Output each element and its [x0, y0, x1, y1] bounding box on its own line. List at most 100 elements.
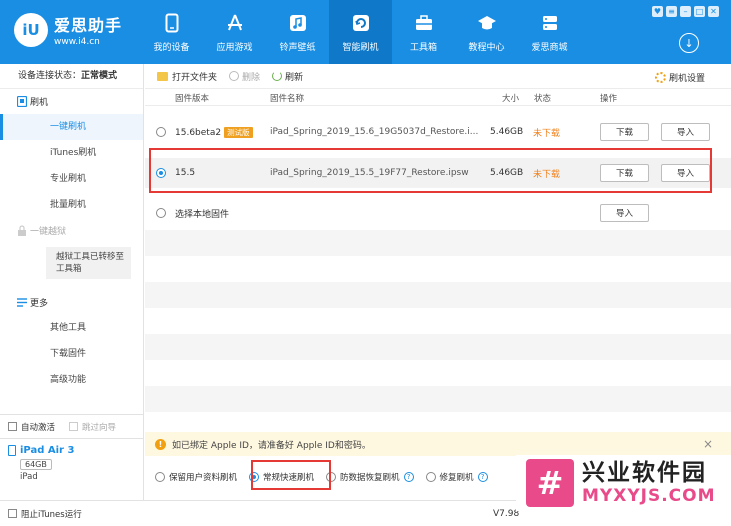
app-header: iU 爱思助手 www.i4.cn 我的设备 应用游戏 铃声壁纸 智能刷机 工具…	[0, 0, 731, 64]
delete-label: 删除	[242, 72, 261, 83]
favorite-icon[interactable]: ♥	[652, 6, 663, 17]
firmware-toolbar: 打开文件夹 删除 刷新 刷机设置	[145, 64, 731, 89]
block-itunes-checkbox[interactable]	[8, 509, 17, 518]
block-itunes-label: 阻止iTunes运行	[21, 509, 82, 520]
sidebar-group-jailbreak[interactable]: 一键越狱	[0, 218, 143, 243]
sidebar-bottom: 自动激活 跳过向导 iPad Air 3 64GB iPad	[0, 414, 144, 494]
shop-icon	[539, 12, 561, 34]
sidebar-group-label: 一键越狱	[30, 227, 67, 237]
import-button[interactable]: 导入	[661, 164, 710, 182]
flash-settings-button[interactable]: 刷机设置	[654, 71, 705, 84]
nav-smart-flash[interactable]: 智能刷机	[329, 0, 392, 64]
device-type: iPad	[20, 472, 38, 482]
nav-label: 教程中心	[468, 42, 505, 53]
jailbreak-note-line: 工具箱	[56, 264, 82, 274]
local-firmware-row[interactable]: 选择本地固件 导入	[145, 200, 731, 226]
list-icon	[17, 298, 27, 307]
mode-label: 修复刷机	[439, 473, 474, 483]
firmware-radio[interactable]	[156, 127, 166, 137]
local-firmware-label: 选择本地固件	[175, 209, 230, 220]
table-row[interactable]: 15.6beta2 测试版 iPad_Spring_2019_15.6_19G50…	[145, 119, 731, 145]
sidebar-item-advanced[interactable]: 高级功能	[0, 367, 143, 393]
phone-icon	[161, 12, 183, 34]
nav-ringtones[interactable]: 铃声壁纸	[266, 0, 329, 64]
nav-tutorials[interactable]: 教程中心	[455, 0, 518, 64]
firmware-name: iPad_Spring_2019_15.5_19F77_Restore.ipsw	[270, 168, 469, 178]
sidebar-item-pro-flash[interactable]: 专业刷机	[0, 166, 143, 192]
help-icon[interactable]: ?	[477, 472, 488, 482]
empty-rows	[145, 230, 731, 412]
maximize-icon[interactable]: □	[694, 6, 705, 17]
device-capacity: 64GB	[20, 459, 52, 470]
nav-apps[interactable]: 应用游戏	[203, 0, 266, 64]
sidebar-item-itunes-flash[interactable]: iTunes刷机	[0, 140, 143, 166]
watermark-cn: 兴业软件园	[582, 460, 707, 486]
appstore-icon	[224, 12, 246, 34]
nav-label: 工具箱	[409, 42, 437, 53]
nav-my-device[interactable]: 我的设备	[140, 0, 203, 64]
highlight-quick-flash	[251, 460, 331, 490]
tablet-icon	[17, 96, 27, 107]
firmware-radio[interactable]	[156, 168, 166, 178]
mode-radio[interactable]	[425, 472, 436, 482]
refresh-button[interactable]: 刷新	[272, 70, 303, 83]
version-text: 15.6beta2	[175, 127, 222, 138]
nav-shop[interactable]: 爱思商城	[518, 0, 581, 64]
logo-url: www.i4.cn	[54, 37, 100, 47]
local-import-button[interactable]: 导入	[600, 204, 649, 222]
firmware-version: 15.5	[175, 168, 196, 178]
apple-id-notice: ! 如已绑定 Apple ID，请准备好 Apple ID和密码。 ×	[145, 432, 731, 456]
nav-label: 铃声壁纸	[279, 42, 316, 53]
skip-guide-label: 跳过向导	[82, 422, 117, 433]
sidebar-options: 自动激活 跳过向导	[0, 414, 144, 438]
sidebar-item-other-tools[interactable]: 其他工具	[0, 315, 143, 341]
open-folder-button[interactable]: 打开文件夹	[157, 70, 217, 83]
mode-label: 防数据恢复刷机	[340, 473, 400, 483]
sidebar-group-label: 刷机	[30, 98, 49, 108]
minimize-icon[interactable]: –	[680, 6, 691, 17]
download-button[interactable]: 下载	[600, 164, 649, 182]
close-icon[interactable]: ✕	[708, 6, 719, 17]
auto-activate-checkbox[interactable]	[8, 422, 17, 431]
menu-icon[interactable]: ≡	[666, 6, 677, 17]
sidebar-item-batch-flash[interactable]: 批量刷机	[0, 192, 143, 218]
column-header-version: 固件版本	[175, 94, 210, 104]
mode-keep-data[interactable]: 保留用户资料刷机	[155, 471, 237, 483]
graduation-cap-icon	[476, 12, 498, 34]
nav-label: 我的设备	[153, 42, 190, 53]
flash-settings-label: 刷机设置	[668, 74, 705, 84]
column-header-name: 固件名称	[270, 94, 305, 104]
open-folder-label: 打开文件夹	[172, 72, 218, 83]
mode-anti-recovery[interactable]: 防数据恢复刷机 ?	[326, 471, 414, 483]
sidebar-item-download-firmware[interactable]: 下载固件	[0, 341, 143, 367]
delete-button[interactable]: 删除	[229, 70, 260, 83]
nav-toolbox[interactable]: 工具箱	[392, 0, 455, 64]
help-icon[interactable]: ?	[403, 472, 414, 482]
sidebar: 设备连接状态：正常模式 刷机 一键刷机 iTunes刷机 专业刷机 批量刷机 一…	[0, 64, 144, 526]
connection-status: 设备连接状态：正常模式	[0, 64, 143, 89]
jailbreak-note: 越狱工具已转移至 工具箱	[46, 247, 131, 279]
skip-guide-checkbox[interactable]	[69, 422, 79, 431]
local-firmware-radio[interactable]	[156, 208, 166, 218]
ipad-icon	[8, 445, 16, 456]
device-name: iPad Air 3	[8, 445, 136, 456]
window-controls: ♥ ≡ – □ ✕	[652, 6, 719, 17]
sidebar-group-flash[interactable]: 刷机	[0, 89, 143, 114]
status-value: 正常模式	[81, 71, 118, 81]
firmware-status: 未下载	[533, 128, 561, 139]
mode-repair[interactable]: 修复刷机 ?	[425, 471, 488, 483]
download-button[interactable]: 下载	[600, 123, 649, 141]
close-icon[interactable]: ×	[703, 437, 713, 451]
table-row-selected[interactable]: 15.5 iPad_Spring_2019_15.5_19F77_Restore…	[145, 158, 731, 188]
app-logo: iU 爱思助手 www.i4.cn	[14, 12, 122, 47]
sidebar-group-more[interactable]: 更多	[0, 290, 143, 315]
mode-radio[interactable]	[155, 472, 165, 482]
download-manager-icon[interactable]: ↓	[679, 33, 699, 53]
firmware-size: 5.46GB	[490, 127, 524, 137]
sidebar-item-one-click-flash[interactable]: 一键刷机	[0, 114, 143, 140]
firmware-size: 5.46GB	[490, 168, 524, 178]
watermark-logo: #	[526, 459, 574, 507]
import-button[interactable]: 导入	[661, 123, 710, 141]
beta-badge: 测试版	[224, 126, 253, 138]
column-header-size: 大小	[502, 94, 520, 104]
